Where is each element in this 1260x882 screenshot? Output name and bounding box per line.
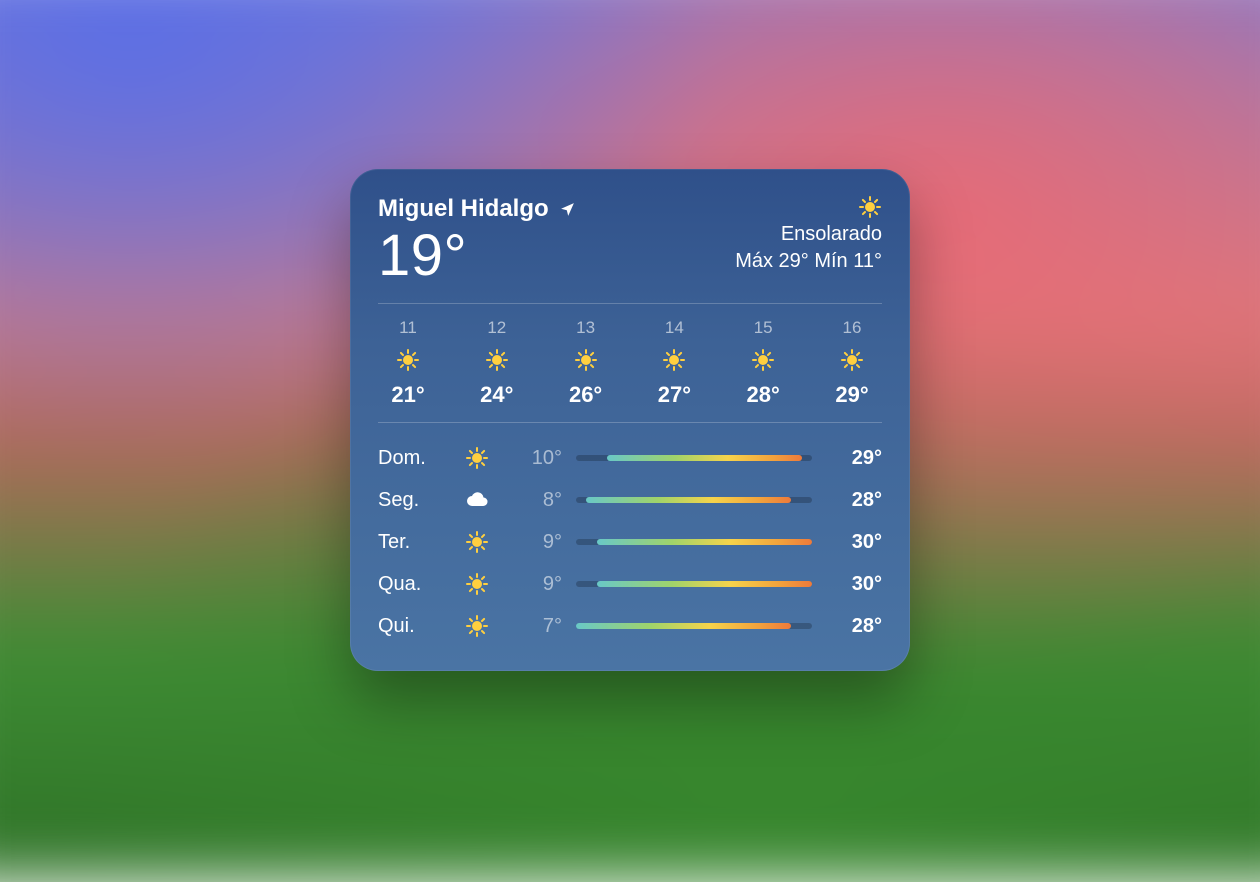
hour-temp: 26°	[569, 382, 602, 408]
hour-label: 11	[399, 318, 417, 338]
hour-column: 13 26°	[556, 318, 616, 408]
day-name: Seg.	[378, 489, 452, 512]
temp-range-track	[576, 623, 812, 629]
day-name: Ter.	[378, 531, 452, 554]
day-low-temp: 9°	[502, 531, 576, 554]
day-high-temp: 30°	[812, 531, 882, 554]
day-low-temp: 10°	[502, 447, 576, 470]
sun-icon	[751, 348, 775, 372]
hour-label: 12	[487, 318, 506, 338]
sun-icon	[840, 348, 864, 372]
condition-block: Ensolarado Máx 29° Mín 11°	[735, 195, 882, 285]
location-arrow-icon	[559, 201, 576, 218]
hour-temp: 28°	[747, 382, 780, 408]
temp-range-track	[576, 455, 812, 461]
day-high-temp: 28°	[812, 489, 882, 512]
hour-label: 13	[576, 318, 595, 338]
weather-widget[interactable]: Miguel Hidalgo 19° Ensola	[350, 169, 910, 671]
hourly-forecast: 11 21° 12 24° 13 26° 14 27° 15 28° 16 29°	[378, 318, 882, 408]
sun-icon	[396, 348, 420, 372]
location-block: Miguel Hidalgo 19°	[378, 195, 576, 285]
day-row: Dom. 10° 29°	[378, 437, 882, 479]
day-name: Qui.	[378, 615, 452, 638]
day-row: Seg. 8° 28°	[378, 479, 882, 521]
sun-icon	[858, 195, 882, 219]
day-row: Qui. 7° 28°	[378, 605, 882, 647]
divider	[378, 303, 882, 304]
sun-icon	[452, 530, 502, 554]
sun-icon	[452, 614, 502, 638]
condition-text: Ensolarado	[781, 223, 882, 246]
temp-range-track	[576, 539, 812, 545]
hour-label: 15	[754, 318, 773, 338]
hour-temp: 29°	[835, 382, 868, 408]
temp-range-fill	[576, 623, 791, 629]
temp-range-fill	[607, 455, 802, 461]
hour-column: 15 28°	[733, 318, 793, 408]
day-row: Qua. 9° 30°	[378, 563, 882, 605]
temp-range-track	[576, 497, 812, 503]
sun-icon	[662, 348, 686, 372]
hour-column: 12 24°	[467, 318, 527, 408]
sun-icon	[574, 348, 598, 372]
hour-label: 16	[843, 318, 862, 338]
day-high-temp: 29°	[812, 447, 882, 470]
today-range: Máx 29° Mín 11°	[735, 250, 882, 273]
location-name: Miguel Hidalgo	[378, 195, 549, 223]
current-temperature: 19°	[378, 227, 576, 285]
daily-forecast: Dom. 10° 29° Seg. 8° 28° Ter. 9° 30° Qua. 9° 30° Qui…	[378, 437, 882, 647]
sun-icon	[452, 572, 502, 596]
cloud-icon	[452, 488, 502, 512]
day-low-temp: 7°	[502, 615, 576, 638]
day-high-temp: 30°	[812, 573, 882, 596]
divider	[378, 422, 882, 423]
widget-header: Miguel Hidalgo 19° Ensola	[378, 195, 882, 285]
sun-icon	[485, 348, 509, 372]
day-low-temp: 9°	[502, 573, 576, 596]
hour-column: 11 21°	[378, 318, 438, 408]
day-name: Qua.	[378, 573, 452, 596]
sun-icon	[452, 446, 502, 470]
hour-label: 14	[665, 318, 684, 338]
temp-range-fill	[597, 539, 812, 545]
temp-range-fill	[586, 497, 791, 503]
temp-range-track	[576, 581, 812, 587]
day-row: Ter. 9° 30°	[378, 521, 882, 563]
hour-temp: 24°	[480, 382, 513, 408]
hour-column: 16 29°	[822, 318, 882, 408]
day-low-temp: 8°	[502, 489, 576, 512]
day-name: Dom.	[378, 447, 452, 470]
hour-temp: 27°	[658, 382, 691, 408]
temp-range-fill	[597, 581, 812, 587]
hour-temp: 21°	[391, 382, 424, 408]
day-high-temp: 28°	[812, 615, 882, 638]
hour-column: 14 27°	[644, 318, 704, 408]
